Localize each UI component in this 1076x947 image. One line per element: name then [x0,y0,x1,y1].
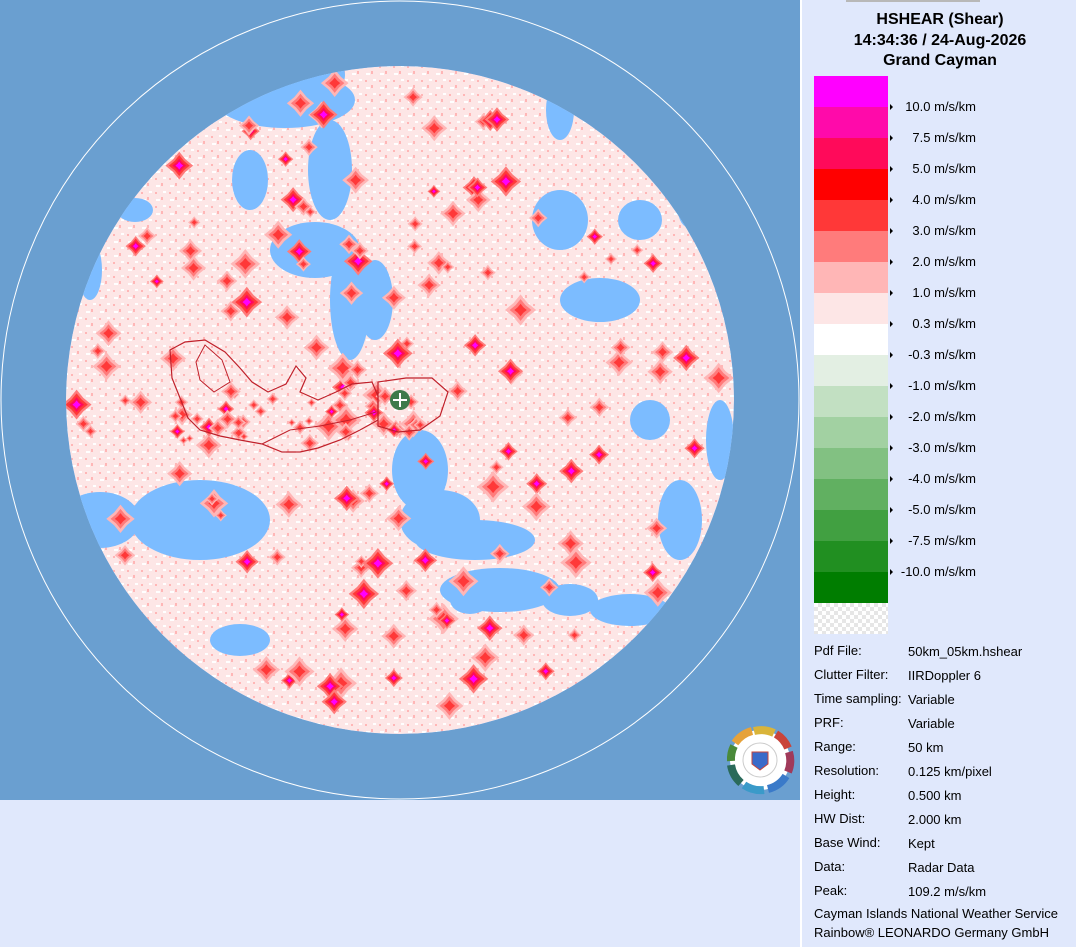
legend-label: 10.0 m/s/km [905,99,976,114]
legend-sidebar: HSHEAR (Shear) 14:34:36 / 24-Aug-2026 Gr… [800,0,1076,947]
legend-tick [890,445,893,451]
legend-swatch [814,510,888,541]
legend-tick [890,259,893,265]
info-key: Base Wind: [814,835,881,850]
legend-swatch [814,603,888,634]
info-value: Variable [908,716,955,731]
legend-label: -4.0 m/s/km [908,471,976,486]
legend-tick [890,135,893,141]
product-title: HSHEAR (Shear) [876,11,1004,28]
info-key: Clutter Filter: [814,667,889,682]
legend-tick [890,383,893,389]
legend-swatch [814,479,888,510]
legend-tick [890,476,893,482]
info-value: 109.2 m/s/km [908,884,987,899]
info-value: 50km_05km.hshear [908,644,1023,659]
info-key: Data: [814,859,846,874]
radar-display [0,0,800,800]
legend-tick [890,352,893,358]
info-value: Radar Data [908,860,975,875]
info-key: Time sampling: [814,691,902,706]
legend-label: 4.0 m/s/km [912,192,976,207]
legend-tick [890,569,893,575]
info-value: 50 km [908,740,944,755]
info-key: Peak: [814,883,848,898]
info-key: Pdf File: [814,643,862,658]
credit-nws: Cayman Islands National Weather Service [814,906,1058,921]
info-key: Height: [814,787,856,802]
info-value: 0.500 km [908,788,962,803]
legend-swatch [814,200,888,231]
nws-logo-icon [726,726,795,795]
legend-tick [890,290,893,296]
info-key: HW Dist: [814,811,866,826]
info-key: PRF: [814,715,844,730]
color-legend-bar [814,76,888,634]
legend-label: 2.0 m/s/km [912,254,976,269]
legend-label: 0.3 m/s/km [912,316,976,331]
legend-swatch [814,76,888,107]
legend-swatch [814,107,888,138]
info-value: IIRDoppler 6 [908,668,981,683]
site-title: Grand Cayman [883,52,997,69]
legend-tick [890,538,893,544]
credit-leonardo: Rainbow® LEONARDO Germany GmbH [814,925,1049,940]
bottom-blank-area [0,800,800,947]
legend-label: -3.0 m/s/km [908,440,976,455]
legend-swatch [814,386,888,417]
legend-swatch [814,541,888,572]
datetime-title: 14:34:36 / 24-Aug-2026 [853,32,1027,49]
legend-tick [890,166,893,172]
legend-label: -10.0 m/s/km [900,564,976,579]
legend-label: -7.5 m/s/km [908,533,976,548]
info-value: 0.125 km/pixel [908,764,992,779]
legend-swatch [814,231,888,262]
legend-swatch [814,138,888,169]
legend-swatch [814,324,888,355]
legend-swatch [814,572,888,603]
radar-site-icon [390,390,410,410]
info-value: Kept [908,836,935,851]
legend-swatch [814,355,888,386]
legend-label: 7.5 m/s/km [912,130,976,145]
legend-swatch [814,169,888,200]
legend-label: -1.0 m/s/km [908,378,976,393]
legend-swatch [814,262,888,293]
legend-label: -2.0 m/s/km [908,409,976,424]
legend-swatch [814,448,888,479]
info-value: Variable [908,692,955,707]
legend-label: 3.0 m/s/km [912,223,976,238]
legend-tick [890,104,893,110]
legend-tick [890,321,893,327]
legend-tick [890,197,893,203]
info-key: Range: [814,739,856,754]
info-value: 2.000 km [908,812,962,827]
legend-label: -5.0 m/s/km [908,502,976,517]
legend-tick [890,228,893,234]
legend-label: 5.0 m/s/km [912,161,976,176]
legend-swatch [814,293,888,324]
legend-label: 1.0 m/s/km [912,285,976,300]
radar-map [0,0,800,800]
legend-swatch [814,417,888,448]
legend-label: -0.3 m/s/km [908,347,976,362]
legend-tick [890,507,893,513]
info-key: Resolution: [814,763,880,778]
legend-tick [890,414,893,420]
sidebar-divider [846,0,980,2]
